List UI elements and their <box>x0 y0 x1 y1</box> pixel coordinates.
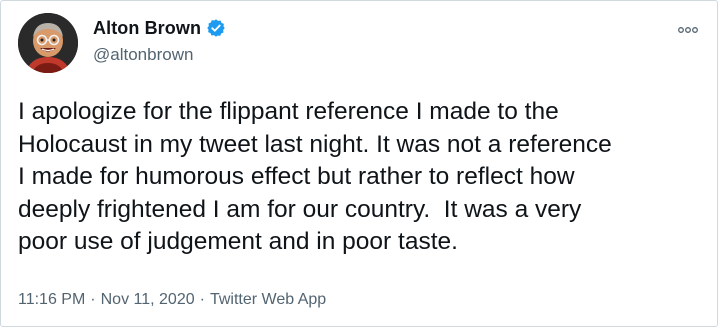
meta-separator: · <box>90 291 96 308</box>
tweet-time[interactable]: 11:16 PM <box>18 291 85 309</box>
tweet-source[interactable]: Twitter Web App <box>210 291 326 309</box>
tweet-author: Alton Brown @altonbrown <box>93 17 226 65</box>
more-options-icon[interactable] <box>677 23 699 35</box>
author-name-row: Alton Brown <box>93 17 226 39</box>
tweet-date[interactable]: Nov 11, 2020 <box>101 291 195 309</box>
avatar[interactable] <box>18 13 78 73</box>
tweet-card: Alton Brown @altonbrown I apologize for … <box>0 0 718 327</box>
tweet-metadata: 11:16 PM · Nov 11, 2020 · Twitter Web Ap… <box>18 291 326 309</box>
author-handle[interactable]: @altonbrown <box>93 45 226 65</box>
meta-separator: · <box>199 291 205 308</box>
tweet-text: I apologize for the flippant reference I… <box>18 98 612 255</box>
avatar-image <box>18 13 78 73</box>
verified-badge-icon <box>206 18 226 38</box>
author-display-name[interactable]: Alton Brown <box>93 18 201 39</box>
